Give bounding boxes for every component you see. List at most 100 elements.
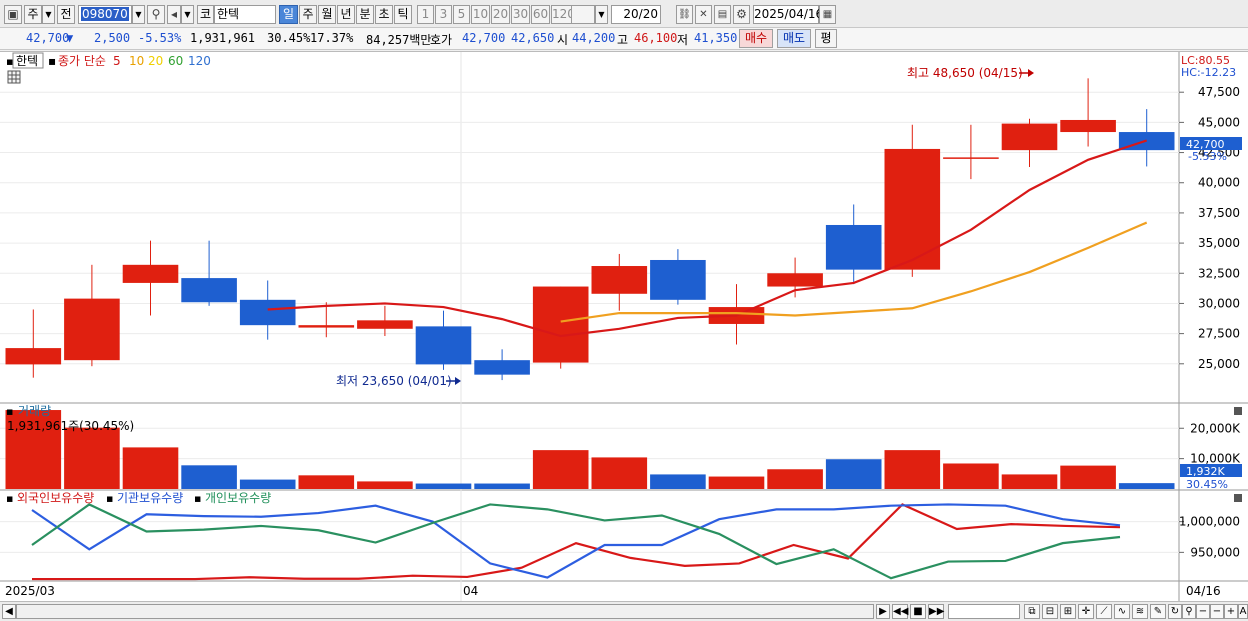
price-panel-bg (0, 52, 1178, 402)
interval-tab-0[interactable]: 1 (417, 5, 434, 24)
code-label-button[interactable]: 코 (197, 5, 214, 24)
volume-bar-18 (1060, 465, 1116, 489)
candle-body-1 (64, 298, 120, 361)
period-tab-5[interactable]: 초 (375, 5, 393, 24)
speaker-icon[interactable]: ◂ (167, 5, 181, 24)
stock-name-field[interactable]: 한텍 (214, 5, 276, 24)
holding-lines (31, 503, 1121, 581)
save-icon[interactable]: ▤ (714, 5, 731, 24)
volume-current-pct: 30.45% (1186, 478, 1228, 491)
period-type-button[interactable]: 주 (24, 5, 42, 24)
interval-tab-5[interactable]: 30 (511, 5, 530, 24)
hc-label: HC:-12.23 (1181, 66, 1236, 79)
interval-tab-6[interactable]: 60 (531, 5, 550, 24)
scroll-left-icon[interactable]: ◀ (2, 604, 16, 619)
interval-tab-2[interactable]: 5 (453, 5, 470, 24)
average-button[interactable]: 평 (815, 29, 837, 48)
zoom-slider[interactable] (948, 604, 1020, 619)
volume-bar-19 (1118, 483, 1175, 489)
volume-bar-5 (298, 475, 355, 489)
chart-area[interactable]: 25,000 27,500 30,000 32,500 35,000 37,500 40,0… (0, 51, 1248, 602)
price-tick-label-2: 30,000 (1198, 296, 1240, 310)
horizontal-scrollbar[interactable] (16, 604, 874, 619)
sell-button[interactable]: 매도 (777, 29, 811, 48)
holding-legend-icon: ▪ (6, 492, 13, 505)
min-price-annotation: 최저 23,650 (04/01) (336, 374, 452, 388)
candle-body-11 (650, 259, 706, 300)
line-icon[interactable]: ∿ (1114, 604, 1130, 619)
period-tab-6[interactable]: 틱 (394, 5, 412, 24)
period-tab-4[interactable]: 분 (356, 5, 374, 24)
candle-body-2 (122, 264, 179, 283)
volume-pct: 30.45% (267, 31, 311, 45)
layout-icon[interactable]: ⊞ (1060, 604, 1076, 619)
volume-legend-icon: ▪ (6, 405, 13, 418)
gear-icon[interactable]: ⚙ (733, 5, 750, 24)
interval-tab-7[interactable]: 120 (551, 5, 575, 24)
volume-bar-14 (825, 459, 882, 489)
interval-custom-field[interactable] (571, 5, 595, 24)
interval-dropdown-icon[interactable]: ▼ (595, 5, 608, 24)
price-change: 2,500 (94, 31, 131, 45)
volume-bar-12 (708, 476, 765, 489)
period-dropdown-icon[interactable]: ▼ (42, 5, 55, 24)
chart-svg[interactable]: 25,000 27,500 30,000 32,500 35,000 37,500 40,0… (0, 52, 1248, 602)
interval-tab-4[interactable]: 20 (491, 5, 510, 24)
speaker-dropdown-icon[interactable]: ▼ (181, 5, 194, 24)
x-axis-end: 04/16 (1186, 584, 1221, 598)
fib-icon[interactable]: ≋ (1132, 604, 1148, 619)
period-tab-3[interactable]: 년 (337, 5, 355, 24)
split-icon[interactable]: ⊟ (1042, 604, 1058, 619)
refresh-icon[interactable]: ↻ (1168, 604, 1182, 619)
prev-button[interactable]: 전 (57, 5, 75, 24)
volume-bar-6 (357, 481, 413, 489)
current-price: 42,700 (26, 31, 70, 45)
price-change-pct: -5.53% (138, 31, 182, 45)
volume-bar-8 (474, 483, 530, 489)
candle-body-8 (474, 360, 530, 375)
zoom-in-icon[interactable]: + (1224, 604, 1238, 619)
period-tab-2[interactable]: 월 (318, 5, 336, 24)
buy-button[interactable]: 매수 (739, 29, 773, 48)
crosshair-icon[interactable]: ✛ (1078, 604, 1094, 619)
volume-bar-1 (64, 427, 120, 489)
legend-ma-60: 60 (168, 54, 183, 68)
open-label: 시 (557, 33, 569, 47)
link-icon[interactable]: ⛓ (676, 5, 693, 24)
candle-body-10 (591, 266, 648, 294)
fast-forward-icon[interactable]: ▶▶ (928, 604, 944, 619)
zoom-icon[interactable]: ⚲ (1182, 604, 1196, 619)
calendar-icon[interactable]: ▦ (819, 5, 836, 24)
volume-bar-3 (181, 465, 237, 489)
volume-current-text: 1,932K (1186, 465, 1225, 478)
candle-body-15 (884, 148, 941, 270)
candle-body-4 (239, 299, 296, 326)
date-field[interactable]: 2025/04/16 (753, 5, 823, 24)
tools-icon[interactable]: ✕ (695, 5, 712, 24)
code-dropdown-icon[interactable]: ▼ (132, 5, 145, 24)
trend-icon[interactable]: ⟋ (1096, 604, 1112, 619)
zoom-reset-icon[interactable]: − (1210, 604, 1224, 619)
scroll-right-icon[interactable]: ▶ (876, 604, 890, 619)
volume-tick-label-1: 20,000K (1190, 421, 1241, 435)
candle-body-5 (298, 325, 355, 328)
stop-icon[interactable]: ■ (910, 604, 926, 619)
draw-icon[interactable]: ✎ (1150, 604, 1166, 619)
stock-code-input[interactable]: 098070 (78, 5, 132, 24)
volume-bar-16 (943, 463, 999, 489)
svg-text:▪: ▪ (106, 492, 113, 505)
window-icon[interactable]: ▣ (4, 5, 22, 24)
volume-bar-11 (650, 474, 706, 489)
count-field[interactable]: 20/20 (611, 5, 661, 24)
search-icon[interactable]: ⚲ (147, 5, 165, 24)
zoom-out-icon[interactable]: − (1196, 604, 1210, 619)
font-size-icon[interactable]: A (1238, 604, 1248, 619)
legend-institution: 기관보유수량 (117, 491, 183, 505)
copy-icon[interactable]: ⧉ (1024, 604, 1040, 619)
volume-bar-9 (532, 450, 589, 489)
period-tab-0[interactable]: 일 (279, 5, 298, 24)
interval-tab-3[interactable]: 10 (471, 5, 490, 24)
interval-tab-1[interactable]: 3 (435, 5, 452, 24)
period-tab-1[interactable]: 주 (299, 5, 317, 24)
rewind-icon[interactable]: ◀◀ (892, 604, 908, 619)
